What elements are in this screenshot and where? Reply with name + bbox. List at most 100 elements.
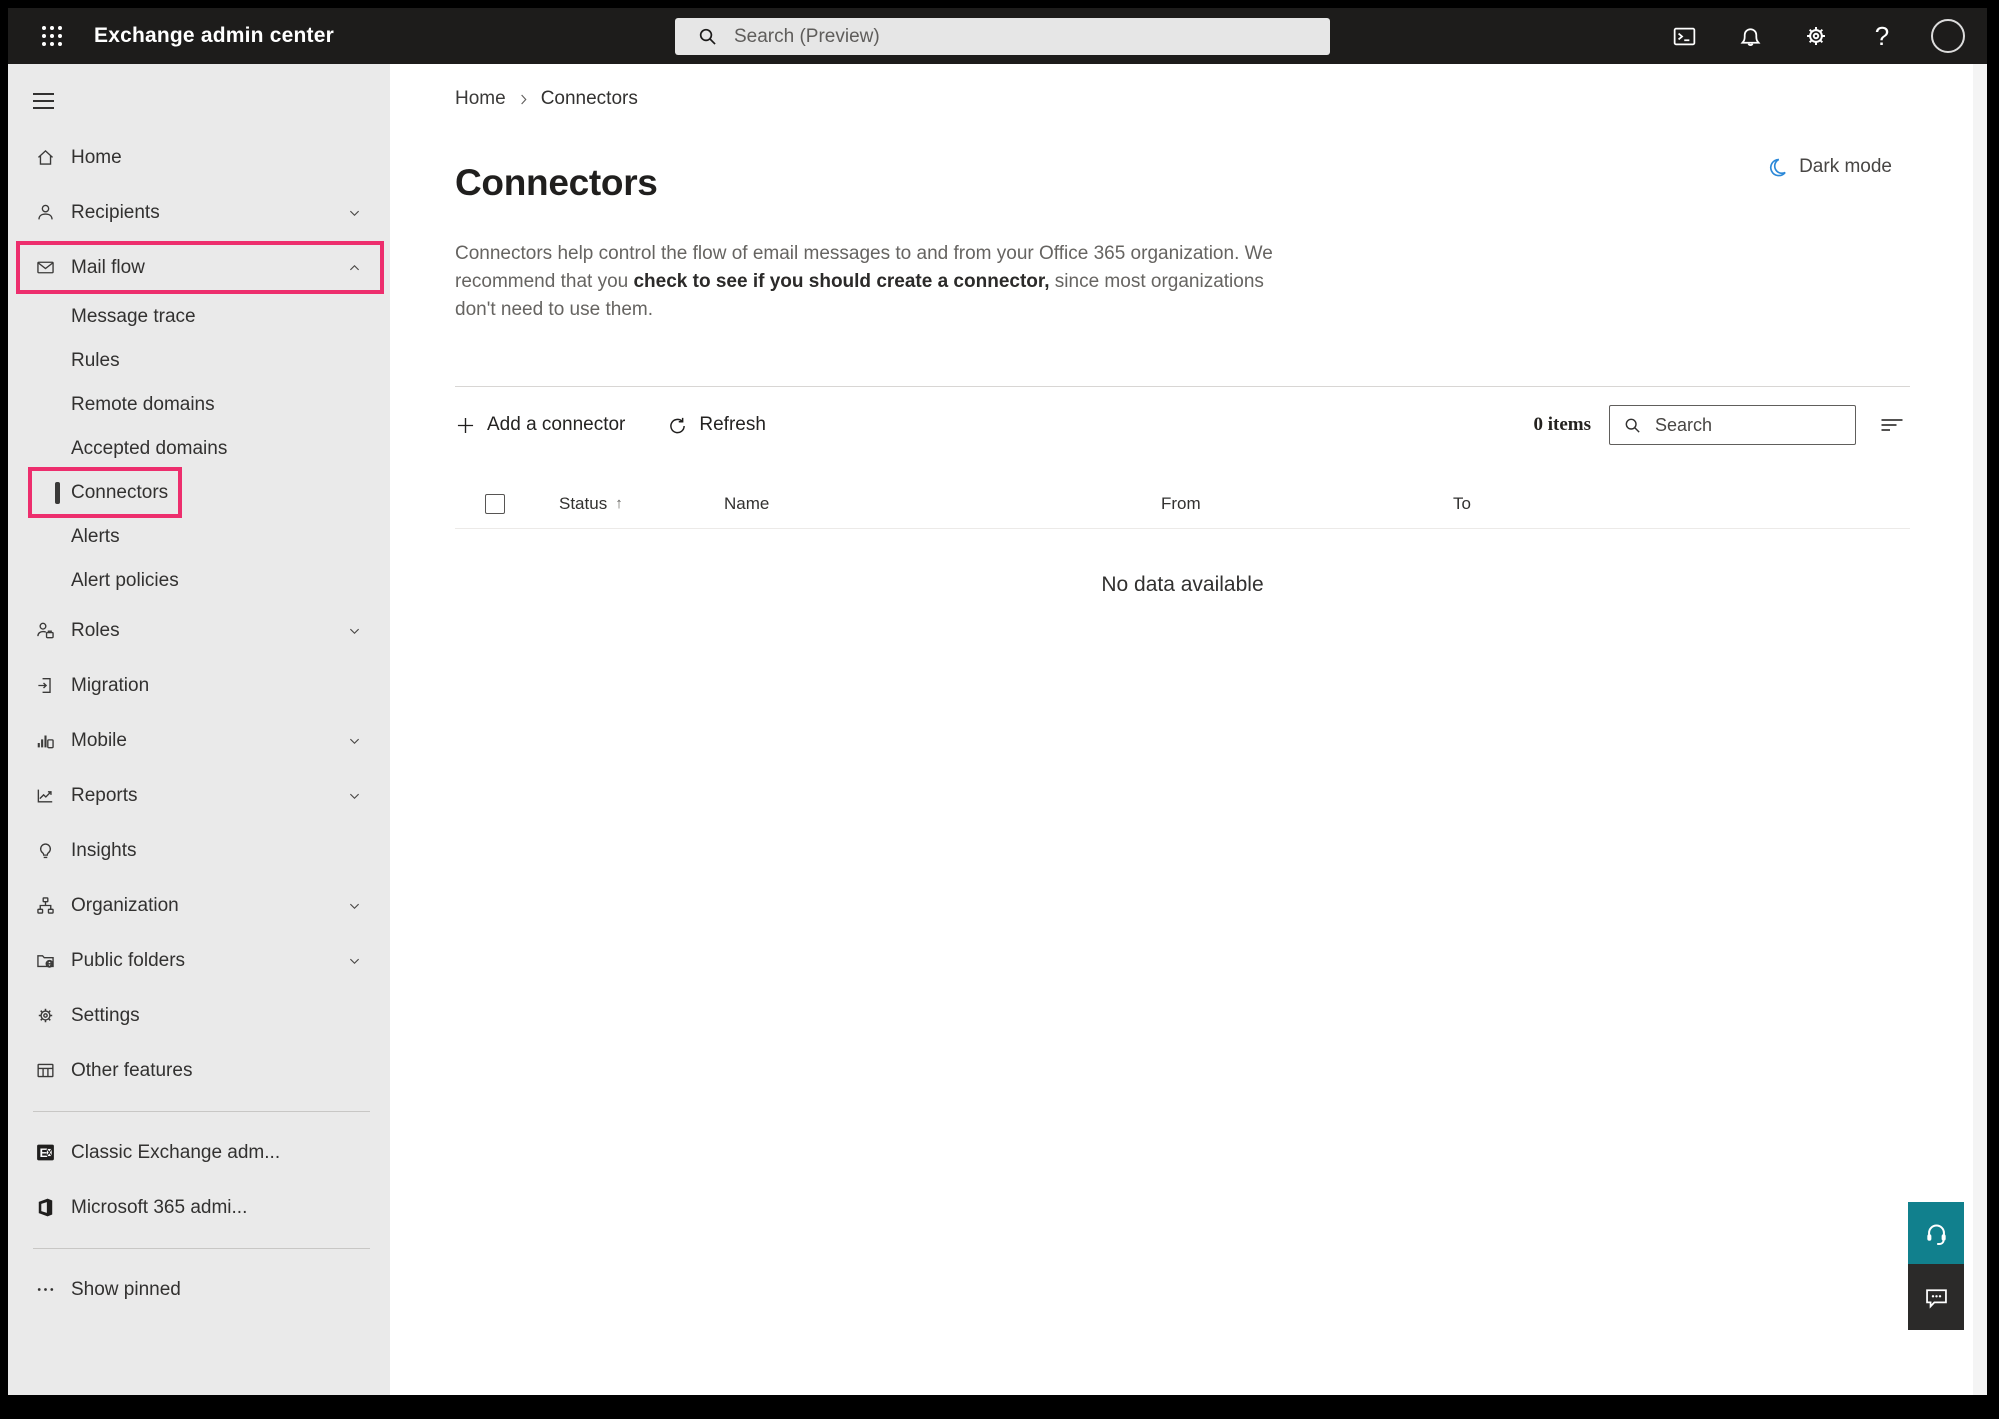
sidebar-item-other-features[interactable]: Other features [8,1043,390,1098]
chevron-right-icon [516,92,531,107]
chart-phone-icon [33,730,57,751]
table-grid-icon [33,1060,57,1081]
sidebar-item-reports[interactable]: Reports [8,768,390,823]
headset-icon [1923,1220,1950,1247]
sidebar-item-show-pinned[interactable]: Show pinned [8,1262,390,1317]
dark-mode-toggle[interactable]: Dark mode [1766,156,1892,178]
mail-icon [33,257,57,278]
left-navigation: Home Recipients Mail flow [8,64,390,1395]
search-icon [697,26,718,47]
sidebar-item-insights[interactable]: Insights [8,823,390,878]
column-header-status[interactable]: Status ↑ [559,494,623,514]
sort-ascending-icon: ↑ [615,495,623,512]
sidebar-item-rules[interactable]: Rules [8,339,390,383]
breadcrumb-current: Connectors [541,88,638,110]
sidebar-item-microsoft-365-admin[interactable]: Microsoft 365 admi... [8,1180,390,1235]
sidebar-item-recipients[interactable]: Recipients [8,185,390,240]
sidebar-item-migration[interactable]: Migration [8,658,390,713]
chevron-down-icon [347,623,362,638]
list-search-box[interactable] [1609,405,1856,445]
home-icon [33,147,57,168]
sidebar-item-organization[interactable]: Organization [8,878,390,933]
account-avatar[interactable] [1931,19,1965,53]
sidebar-divider [33,1111,370,1112]
column-header-from[interactable]: From [1161,494,1201,514]
notification-bell-icon[interactable] [1733,19,1767,53]
support-headset-button[interactable] [1908,1202,1964,1264]
sidebar-item-settings[interactable]: Settings [8,988,390,1043]
office-logo-icon [33,1197,57,1218]
sidebar-item-roles[interactable]: Roles [8,603,390,658]
sidebar-item-alerts[interactable]: Alerts [8,515,390,559]
sidebar-item-accepted-domains[interactable]: Accepted domains [8,427,390,471]
table-header: Status ↑ Name From To [455,479,1910,529]
person-briefcase-icon [33,620,57,641]
sidebar-item-mobile[interactable]: Mobile [8,713,390,768]
app-launcher-grid-icon [41,25,63,47]
lightbulb-icon [33,840,57,861]
chevron-up-icon [347,260,362,275]
refresh-button[interactable]: Refresh [667,414,766,436]
chevron-down-icon [347,898,362,913]
selected-indicator [55,482,60,504]
sidebar-item-home[interactable]: Home [8,130,390,185]
moon-icon [1766,156,1788,178]
list-search-input[interactable] [1653,414,1843,437]
page-title: Connectors [455,162,1987,204]
empty-table-message: No data available [455,573,1910,597]
line-chart-icon [33,785,57,806]
sidebar-item-mail-flow[interactable]: Mail flow [8,240,390,295]
toolbar-right: 0 items [1533,405,1904,445]
sidebar-divider [33,1248,370,1249]
breadcrumb-home-link[interactable]: Home [455,88,506,110]
global-search-input[interactable] [732,25,1272,49]
terminal-icon[interactable] [1667,19,1701,53]
exchange-admin-center-window: Exchange admin center [8,8,1987,1395]
floating-buttons [1908,1202,1964,1330]
global-search-box[interactable] [675,18,1330,55]
settings-gear-icon[interactable] [1799,19,1833,53]
svg-text:E: E [39,1146,47,1160]
search-icon [1623,416,1642,435]
list-toolbar: Add a connector Refresh 0 items [455,387,1910,463]
breadcrumb: Home Connectors [455,64,1987,110]
topbar: Exchange admin center [8,8,1987,64]
select-all-checkbox[interactable] [485,494,505,514]
chevron-down-icon [347,953,362,968]
column-header-name[interactable]: Name [724,494,769,514]
gear-icon [33,1005,57,1026]
exchange-logo-icon: E [33,1142,57,1163]
sidebar-item-classic-exchange[interactable]: E Classic Exchange adm... [8,1125,390,1180]
refresh-icon [667,415,688,436]
feedback-button[interactable] [1908,1264,1964,1330]
filter-icon[interactable] [1880,414,1904,436]
items-count: 0 items [1533,414,1591,436]
document-arrow-icon [33,675,57,696]
sidebar-item-message-trace[interactable]: Message trace [8,295,390,339]
avatar-circle [1931,19,1965,53]
chevron-down-icon [347,788,362,803]
plus-icon [455,415,476,436]
dark-mode-label: Dark mode [1799,156,1892,178]
sidebar-item-alert-policies[interactable]: Alert policies [8,559,390,603]
ellipsis-icon [33,1279,57,1300]
chevron-down-icon [347,205,362,220]
feedback-bubble-icon [1923,1284,1950,1311]
main-content: Home Connectors Dark mode Connectors Con… [390,64,1987,1395]
folder-globe-icon [33,950,57,971]
sidebar-item-connectors[interactable]: Connectors [8,471,390,515]
app-launcher-button[interactable] [32,16,72,56]
org-chart-icon [33,895,57,916]
person-icon [33,202,57,223]
chevron-down-icon [347,733,362,748]
app-title: Exchange admin center [94,24,334,48]
description-emphasis: check to see if you should create a conn… [633,271,1049,292]
sidebar-item-remote-domains[interactable]: Remote domains [8,383,390,427]
nav-collapse-button[interactable] [33,86,67,116]
topbar-actions: ? [1667,19,1965,53]
page-description: Connectors help control the flow of emai… [455,240,1303,324]
help-icon[interactable]: ? [1865,19,1899,53]
add-connector-button[interactable]: Add a connector [455,414,625,436]
sidebar-item-public-folders[interactable]: Public folders [8,933,390,988]
column-header-to[interactable]: To [1453,494,1471,514]
